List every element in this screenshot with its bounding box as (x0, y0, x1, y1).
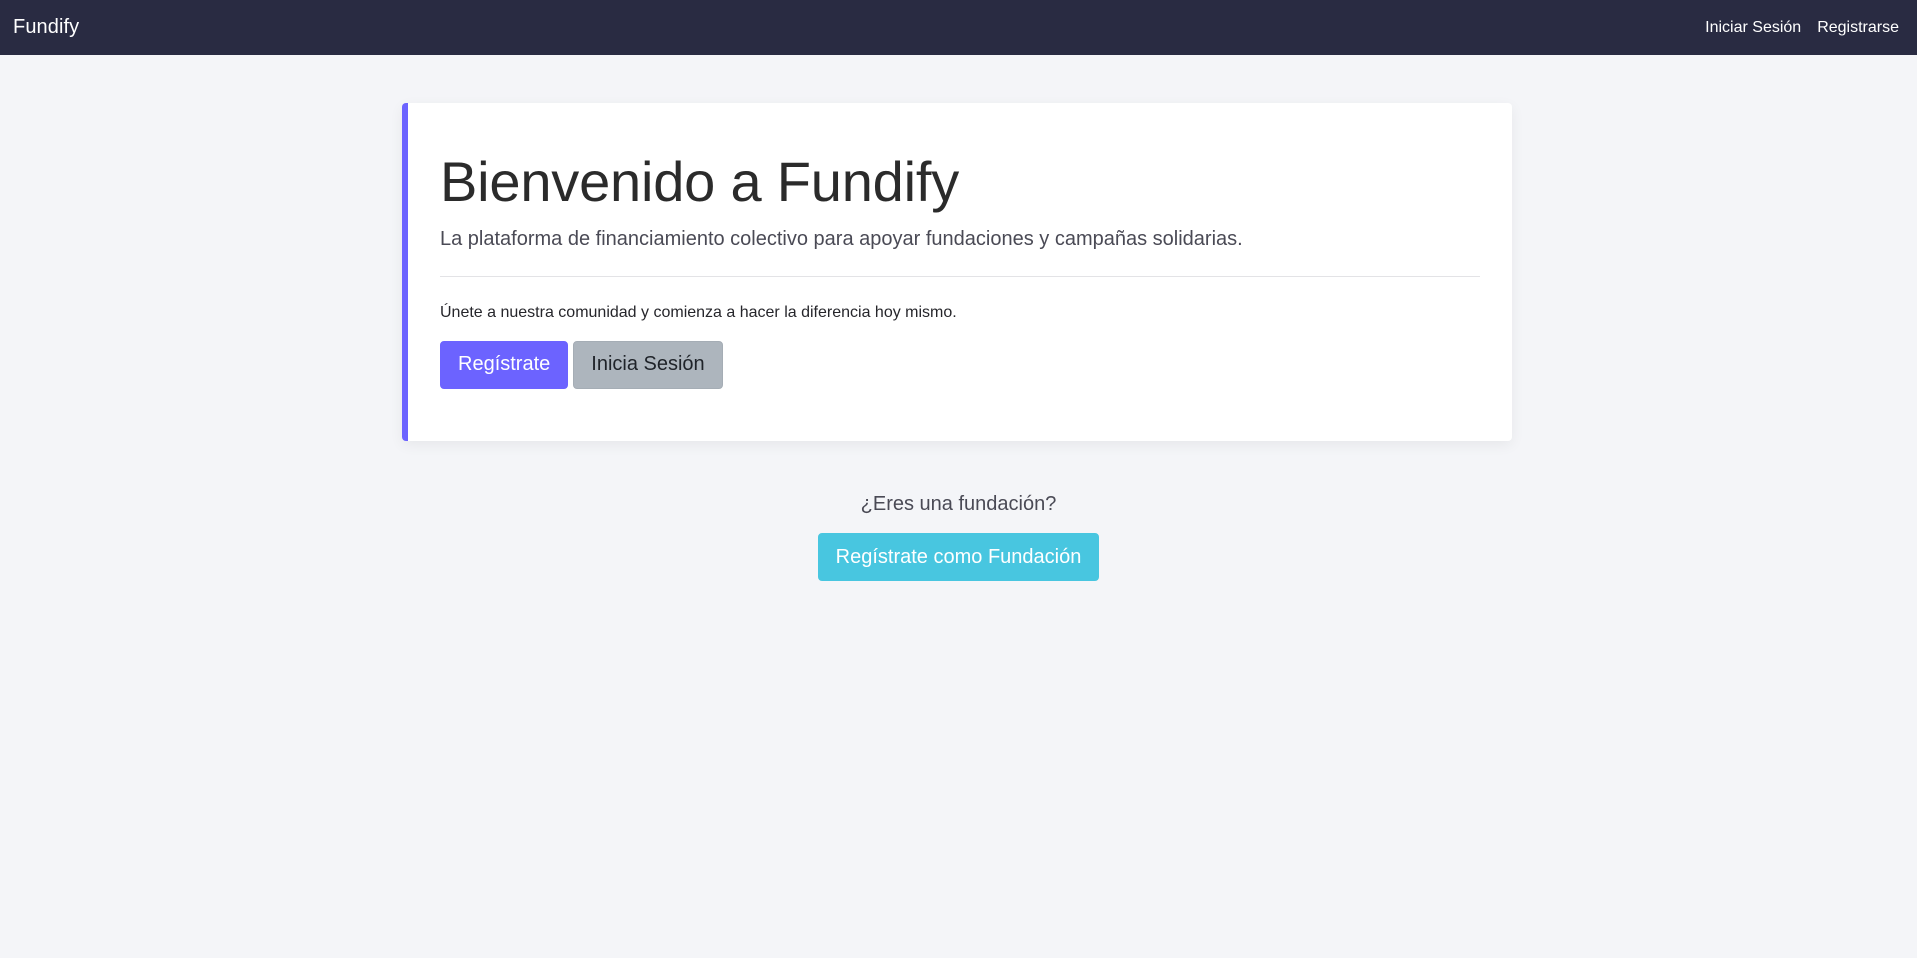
foundation-question: ¿Eres una fundación? (860, 493, 1057, 515)
divider (440, 275, 1480, 277)
nav-links: Iniciar Sesión Registrarse (1705, 19, 1904, 37)
foundation-actions: Regístrate como Fundación (0, 533, 1917, 581)
foundation-section: ¿Eres una fundación? Regístrate como Fun… (0, 493, 1917, 581)
welcome-subtitle: La plataforma de financiamiento colectiv… (440, 227, 1243, 250)
welcome-card: Bienvenido a Fundify La plataforma de fi… (402, 103, 1512, 441)
nav-register-link[interactable]: Registrarse (1817, 19, 1899, 37)
welcome-text: Únete a nuestra comunidad y comienza a h… (440, 303, 957, 321)
login-button[interactable]: Inicia Sesión (573, 340, 723, 389)
register-foundation-button[interactable]: Regístrate como Fundación (817, 533, 1100, 581)
top-navbar: Fundify Iniciar Sesión Registrarse (0, 0, 1917, 55)
welcome-actions: Regístrate Inicia Sesión (440, 340, 1480, 389)
brand-logo-link[interactable]: Fundify (13, 16, 79, 39)
nav-login-link[interactable]: Iniciar Sesión (1705, 19, 1801, 37)
page-title: Bienvenido a Fundify (440, 150, 960, 213)
register-button[interactable]: Regístrate (440, 340, 569, 389)
